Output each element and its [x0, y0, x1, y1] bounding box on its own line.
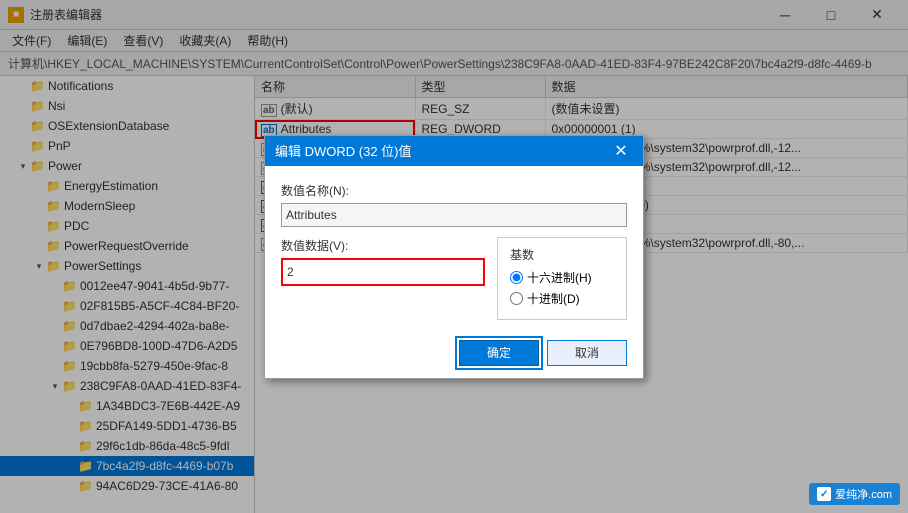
value-row: 数值数据(V): 基数 十六进制(H) 十进制(D) [281, 237, 627, 320]
hex-radio[interactable] [510, 271, 523, 284]
dec-radio-label[interactable]: 十进制(D) [510, 290, 614, 307]
dialog-title-bar: 编辑 DWORD (32 位)值 ✕ [265, 136, 643, 166]
ok-button[interactable]: 确定 [459, 340, 539, 366]
value-input-wrap: 数值数据(V): [281, 237, 485, 320]
dec-label: 十进制(D) [527, 290, 580, 307]
cancel-button[interactable]: 取消 [547, 340, 627, 366]
base-title: 基数 [510, 246, 614, 263]
dialog-overlay: 编辑 DWORD (32 位)值 ✕ 数值名称(N): 数值数据(V): 基数 … [0, 0, 908, 513]
dialog-close-button[interactable]: ✕ [609, 139, 633, 163]
watermark-text: 爱纯净.com [835, 486, 892, 502]
base-group: 基数 十六进制(H) 十进制(D) [497, 237, 627, 320]
dialog-title: 编辑 DWORD (32 位)值 [275, 141, 609, 160]
value-input[interactable] [281, 258, 485, 286]
value-label: 数值数据(V): [281, 237, 485, 254]
edit-dword-dialog: 编辑 DWORD (32 位)值 ✕ 数值名称(N): 数值数据(V): 基数 … [264, 135, 644, 379]
name-input[interactable] [281, 203, 627, 227]
hex-radio-label[interactable]: 十六进制(H) [510, 269, 614, 286]
watermark-icon [817, 487, 831, 501]
dialog-footer: 确定 取消 [265, 332, 643, 378]
watermark: 爱纯净.com [809, 483, 900, 505]
dec-radio[interactable] [510, 292, 523, 305]
name-label: 数值名称(N): [281, 182, 627, 199]
dialog-body: 数值名称(N): 数值数据(V): 基数 十六进制(H) 十进制(D) [265, 166, 643, 332]
hex-label: 十六进制(H) [527, 269, 592, 286]
